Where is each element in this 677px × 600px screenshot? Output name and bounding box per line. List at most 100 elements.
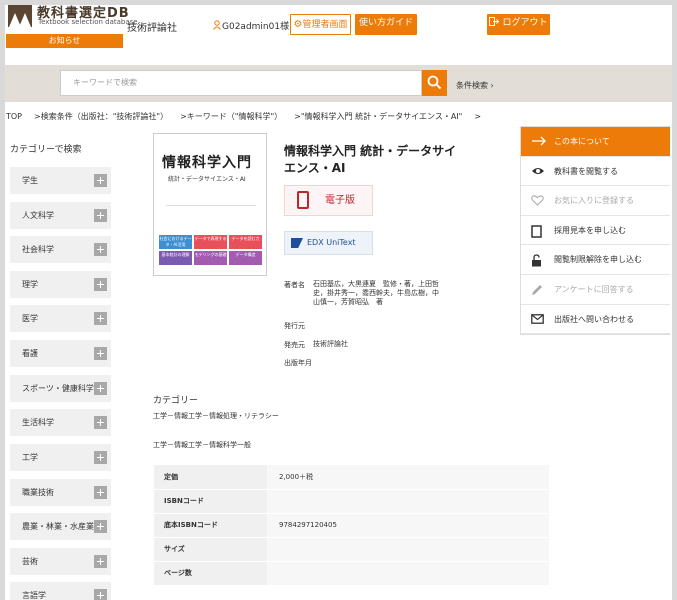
category-item[interactable]: スポーツ・健康科学 bbox=[10, 375, 111, 402]
cover-tiles: 社会におけるデータ・AI活用 データで表現する データを読む力 基本統計の理解 … bbox=[159, 235, 262, 265]
menu-label: 出版社へ問い合わせる bbox=[554, 314, 634, 324]
book-title: 情報科学入門 統計・データサイエンス・AI bbox=[284, 144, 457, 175]
plus-icon[interactable] bbox=[94, 520, 107, 533]
category-label: 社会科学 bbox=[22, 245, 54, 254]
category-item[interactable]: 生活科学 bbox=[10, 409, 111, 436]
heart-icon bbox=[531, 195, 544, 206]
plus-icon[interactable] bbox=[94, 209, 107, 222]
contact-publisher-item[interactable]: 出版社へ問い合わせる bbox=[521, 305, 670, 335]
category-item[interactable]: 学生 bbox=[10, 167, 111, 194]
cover-tile: 基本統計の理解 bbox=[159, 251, 192, 265]
breadcrumb-separator: > bbox=[294, 112, 301, 121]
category-item[interactable]: 言語学 bbox=[10, 582, 111, 600]
logout-button[interactable]: ログアウト bbox=[487, 14, 550, 35]
plus-icon[interactable] bbox=[94, 243, 107, 256]
cover-authors bbox=[166, 205, 256, 215]
category-section-title: カテゴリー bbox=[153, 396, 199, 406]
pencil-icon bbox=[532, 284, 542, 295]
breadcrumb-current: "情報科学入門 統計・データサイエンス・AI" bbox=[300, 112, 463, 121]
eye-icon bbox=[532, 167, 544, 174]
table-row: サイズ bbox=[154, 537, 549, 562]
search-input[interactable]: キーワードで検索 bbox=[60, 70, 422, 96]
category-item[interactable]: 看護 bbox=[10, 340, 111, 367]
category-item[interactable]: 理学 bbox=[10, 271, 111, 298]
category-label: 芸術 bbox=[22, 557, 38, 566]
category-label: 看護 bbox=[22, 349, 38, 358]
category-path: 工学－情報工学－情報処理・リテラシー bbox=[153, 412, 279, 420]
category-item[interactable]: 工学 bbox=[10, 444, 111, 471]
breadcrumb-separator: > bbox=[474, 112, 482, 121]
category-label: 職業技術 bbox=[22, 488, 54, 497]
logo-icon[interactable] bbox=[8, 5, 32, 27]
admin-button[interactable]: ⚙管理者画面 bbox=[290, 14, 351, 35]
category-label: 医学 bbox=[22, 314, 38, 323]
answer-survey-item[interactable]: アンケートに回答する bbox=[521, 275, 670, 305]
ebook-button[interactable]: 電子版 bbox=[284, 185, 373, 216]
advanced-search-link[interactable]: 条件検索 › bbox=[456, 80, 494, 91]
category-label: 学生 bbox=[22, 176, 38, 185]
view-textbook-item[interactable]: 教科書を閲覧する bbox=[521, 157, 670, 187]
breadcrumb-keyword[interactable]: キーワード（"情報科学"） bbox=[187, 112, 282, 121]
smartphone-icon bbox=[297, 191, 309, 209]
plus-icon[interactable] bbox=[94, 347, 107, 360]
book-action-menu: この本について 教科書を閲覧する お気に入りに登録する 採用見本を申し込む 閲覧… bbox=[520, 126, 670, 336]
table-row: 底本ISBNコード 9784297120405 bbox=[154, 513, 549, 538]
edx-unitext-button[interactable]: EDX UniText bbox=[284, 231, 373, 255]
plus-icon[interactable] bbox=[94, 278, 107, 291]
menu-label: お気に入りに登録する bbox=[554, 196, 634, 206]
table-row: 定価 2,000＋税 bbox=[154, 465, 549, 490]
spec-value: 2,000＋税 bbox=[267, 465, 549, 490]
mail-icon bbox=[531, 313, 544, 324]
breadcrumb-home[interactable]: TOP bbox=[6, 112, 22, 121]
plus-icon[interactable] bbox=[94, 589, 107, 600]
cover-tile: データで表現する bbox=[194, 235, 227, 249]
book-cover[interactable]: 情報科学入門 統計・データサイエンス・AI 社会におけるデータ・AI活用 データ… bbox=[153, 133, 267, 276]
plus-icon[interactable] bbox=[94, 174, 107, 187]
menu-label: アンケートに回答する bbox=[554, 284, 634, 294]
about-book-item[interactable]: この本について bbox=[521, 127, 670, 157]
logo-subtitle: Textbook selection database bbox=[38, 18, 138, 26]
spec-key: 定価 bbox=[154, 465, 267, 490]
user-icon bbox=[213, 20, 221, 30]
date-label: 出版年月 bbox=[284, 359, 312, 367]
document-icon bbox=[531, 225, 542, 238]
request-unlock-item[interactable]: 閲覧制限解除を申し込む bbox=[521, 245, 670, 275]
category-item[interactable]: 芸術 bbox=[10, 548, 111, 575]
plus-icon[interactable] bbox=[94, 486, 107, 499]
breadcrumb-separator: > bbox=[34, 112, 41, 121]
user-name: G02admin01様 bbox=[213, 19, 289, 32]
menu-label: この本について bbox=[554, 137, 610, 146]
table-row: ページ数 bbox=[154, 561, 549, 586]
menu-label: 教科書を閲覧する bbox=[554, 166, 618, 176]
category-item[interactable]: 医学 bbox=[10, 305, 111, 332]
spec-value bbox=[267, 489, 549, 514]
request-sample-item[interactable]: 採用見本を申し込む bbox=[521, 216, 670, 246]
plus-icon[interactable] bbox=[94, 555, 107, 568]
unlock-icon bbox=[532, 254, 541, 267]
category-item[interactable]: 農業・林業・水産業 bbox=[10, 513, 111, 540]
plus-icon[interactable] bbox=[94, 451, 107, 464]
plus-icon[interactable] bbox=[94, 416, 107, 429]
category-label: 工学 bbox=[22, 453, 38, 462]
add-favorite-item[interactable]: お気に入りに登録する bbox=[521, 186, 670, 216]
category-item[interactable]: 人文科学 bbox=[10, 202, 111, 229]
menu-label: 閲覧制限解除を申し込む bbox=[554, 255, 642, 265]
search-button[interactable] bbox=[422, 70, 447, 96]
breadcrumb-separator: > bbox=[180, 112, 187, 121]
edx-label: EDX UniText bbox=[307, 238, 356, 247]
category-label: 生活科学 bbox=[22, 418, 54, 427]
publish-origin-label: 発行元 bbox=[284, 322, 305, 330]
user-label: G02admin01様 bbox=[222, 22, 290, 32]
plus-icon[interactable] bbox=[94, 312, 107, 325]
cover-tile: データ構造 bbox=[229, 251, 262, 265]
guide-button[interactable]: 使い方ガイド bbox=[355, 14, 417, 35]
notice-button[interactable]: お知らせ bbox=[6, 34, 123, 48]
spec-value: 9784297120405 bbox=[267, 513, 549, 538]
breadcrumb-condition[interactable]: 検索条件（出版社："技術評論社"） bbox=[41, 112, 168, 121]
category-search-title: カテゴリーで検索 bbox=[10, 145, 82, 155]
category-item[interactable]: 社会科学 bbox=[10, 236, 111, 263]
spec-key: 底本ISBNコード bbox=[154, 513, 267, 538]
cover-tile: データを読む力 bbox=[229, 235, 262, 249]
plus-icon[interactable] bbox=[94, 382, 107, 395]
category-item[interactable]: 職業技術 bbox=[10, 479, 111, 506]
